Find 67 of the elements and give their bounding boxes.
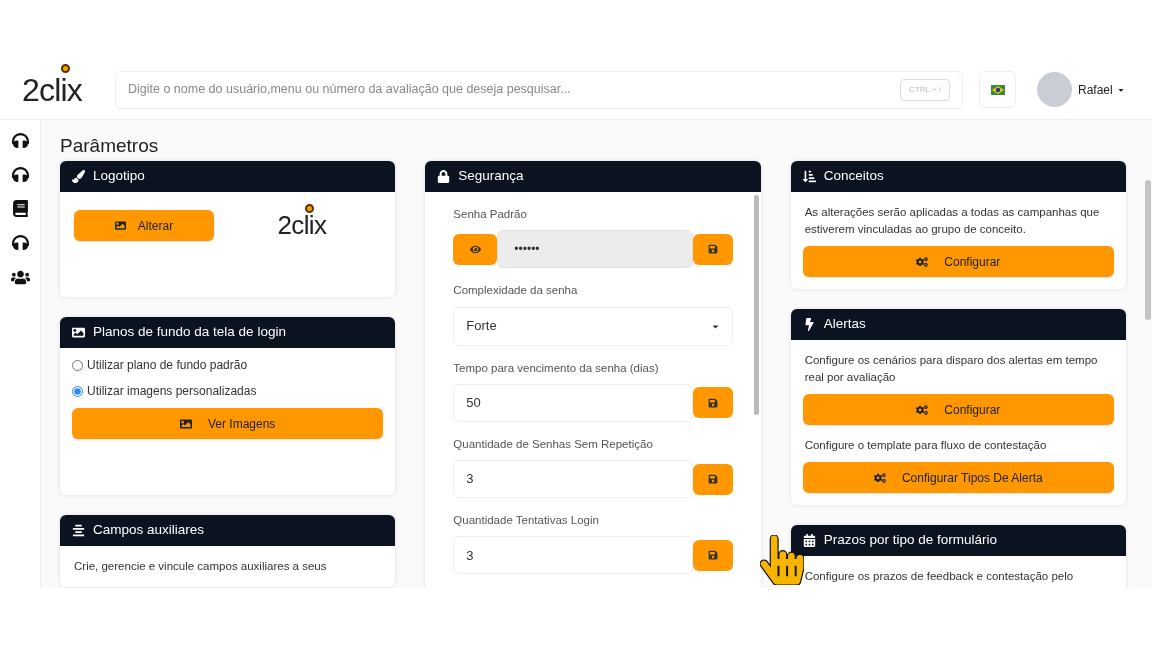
card-title: Alertas [823,315,866,334]
flag-icon [990,84,1005,95]
password-field[interactable]: •••••• [497,230,693,269]
save-icon [707,397,718,408]
radio-label: Utilizar imagens personalizadas [87,383,257,400]
image-icon [72,326,85,339]
description-text: Configure os cenários para disparo dos alertas em tempo real por avaliação [803,353,1099,385]
save-button[interactable] [692,539,733,571]
eye-icon [469,243,481,255]
brush-icon [72,170,85,183]
pointer-hand-icon [760,535,804,585]
save-icon [707,550,718,561]
change-logo-button[interactable]: Alterar [74,210,214,241]
user-menu[interactable]: Rafael [1078,80,1125,99]
search-field[interactable]: Digite o nome do usuário,menu ou número da avaliação que deseja pesquisar... CTRL + / [115,70,963,109]
card-title: Logotipo [93,167,145,186]
lock-icon [437,170,451,183]
gears-icon [916,255,929,268]
book-icon[interactable] [11,200,29,217]
description-text: Crie, gerencie e vincule campos auxiliares a seus [73,559,328,574]
language-button[interactable] [979,71,1016,108]
calendar-icon [802,534,816,547]
description-text: Configure o template para fluxo de contestação [803,438,1048,453]
headphones-icon[interactable] [11,166,29,183]
field-label: Quantidade de Senhas Sem Repetição [453,436,654,452]
radio-button[interactable] [72,359,83,371]
card-title: Planos de fundo da tela de login [93,323,286,342]
logo: 2clix [277,206,327,245]
save-button[interactable] [692,463,733,495]
card-title: Conceitos [823,167,884,186]
lightning-icon [802,318,816,331]
gears-icon [873,471,886,484]
image-icon [179,417,192,430]
radio-button[interactable] [72,385,83,397]
description-text: As alterações serão aplicadas a todas as campanhas que estiverem vinculadas ao grupo de conceito. [803,205,1101,237]
users-icon[interactable] [10,268,30,287]
save-button[interactable] [692,233,733,265]
shortcut-hint: CTRL + / [900,78,950,101]
save-button[interactable] [692,387,733,419]
input-field[interactable]: 3 [453,536,693,575]
select-field[interactable]: Forte [453,306,733,346]
field-label: Tempo para vencimento da senha (dias) [453,360,660,376]
page-title: Parâmetros [60,134,160,158]
gears-icon [916,403,929,416]
action-button[interactable]: Configurar [802,246,1114,277]
action-button[interactable]: Configurar [802,394,1114,425]
description-text: Configure os prazos de feedback e contestação pelo [803,569,1075,584]
lines-icon [72,524,85,537]
card-title: Campos auxiliares [93,521,205,540]
card-title: Segurança [458,167,524,186]
sort-icon [802,170,816,183]
headphones-icon[interactable] [11,132,29,149]
save-icon [707,474,718,484]
show-password-button[interactable] [453,233,498,265]
input-field[interactable]: 3 [453,460,693,498]
image-icon [114,220,126,231]
card-title: Prazos por tipo de formulário [823,531,997,550]
field-label: Complexidade da senha [453,283,579,299]
save-icon [707,244,718,255]
input-field[interactable]: 50 [453,383,693,422]
field-label: Quantidade Tentativas Login [453,513,600,528]
radio-label: Utilizar plano de fundo padrão [87,357,248,374]
headphones-icon[interactable] [11,234,29,251]
action-button[interactable]: Configurar Tipos De Alerta [802,462,1114,493]
logo: 2clix [22,65,83,114]
action-button[interactable]: Ver Imagens [72,408,384,439]
field-label: Senha Padrão [453,207,528,222]
